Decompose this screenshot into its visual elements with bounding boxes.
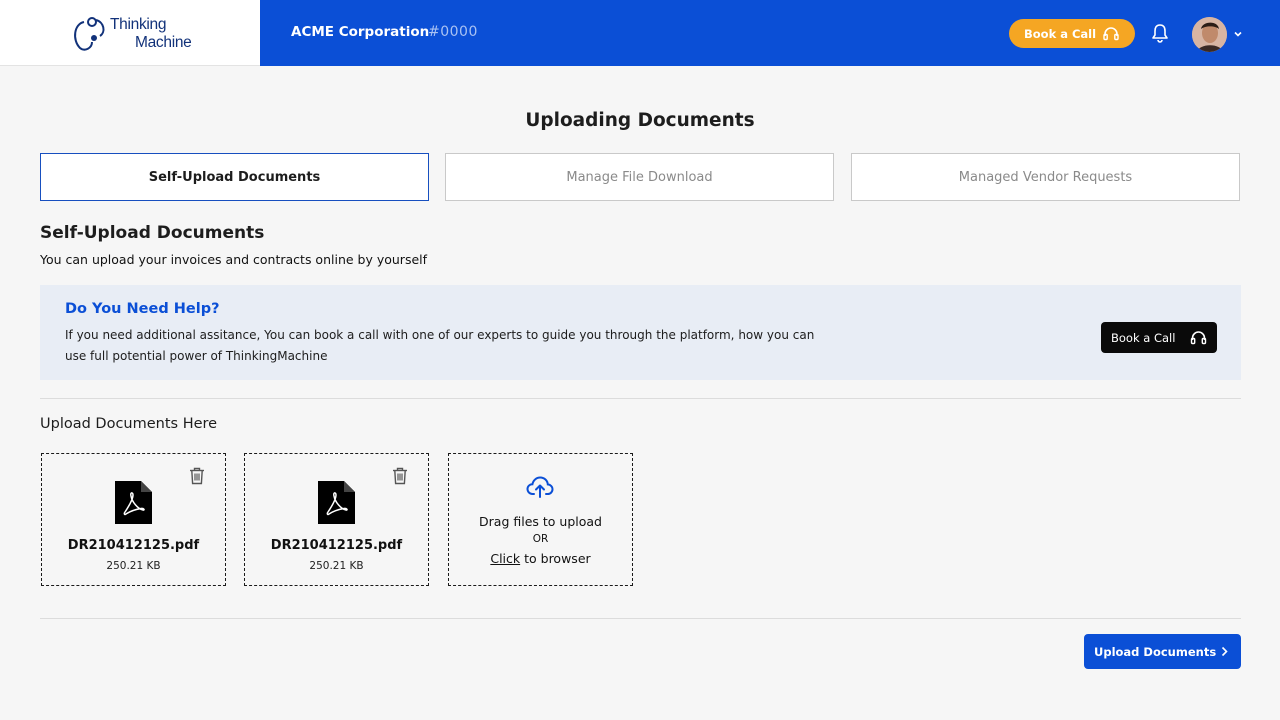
uploaded-file-card: DR210412125.pdf 250.21 KB <box>41 453 226 586</box>
section-subtitle: You can upload your invoices and contrac… <box>40 252 428 267</box>
browse-link[interactable]: Click <box>490 551 520 566</box>
chevron-down-icon[interactable] <box>1233 29 1243 39</box>
divider <box>40 618 1241 619</box>
upload-section-title: Upload Documents Here <box>40 416 218 432</box>
thinking-machine-logo-icon <box>74 17 105 51</box>
tab-manage-file-download[interactable]: Manage File Download <box>445 153 834 201</box>
logo[interactable]: Thinking Machine <box>0 0 260 66</box>
uploaded-file-card: DR210412125.pdf 250.21 KB <box>244 453 429 586</box>
tab-managed-vendor-requests[interactable]: Managed Vendor Requests <box>851 153 1240 201</box>
header: Thinking Machine ACME Corporation #0000 … <box>0 0 1280 66</box>
top-bar: ACME Corporation #0000 Book a Call <box>260 0 1280 66</box>
pdf-file-icon <box>115 481 152 524</box>
file-dropzone[interactable]: Drag files to upload OR Click to browser <box>448 453 633 586</box>
file-name: DR210412125.pdf <box>67 538 200 553</box>
dropzone-browse: Click to browser <box>449 551 632 566</box>
logo-line-1: Thinking <box>110 16 167 33</box>
trash-icon[interactable] <box>392 467 408 485</box>
trash-icon[interactable] <box>189 467 205 485</box>
help-title: Do You Need Help? <box>65 301 220 317</box>
page-title: Uploading Documents <box>525 110 755 131</box>
avatar-image <box>1192 17 1227 52</box>
upload-documents-button[interactable]: Upload Documents <box>1084 634 1241 669</box>
dropzone-text: Drag files to upload <box>479 514 602 529</box>
dropzone-or: OR <box>532 533 549 545</box>
headset-icon <box>1190 331 1207 345</box>
chevron-right-icon <box>1221 646 1228 657</box>
book-a-call-button[interactable]: Book a Call <box>1009 19 1135 48</box>
file-size: 250.21 KB <box>309 560 364 572</box>
avatar[interactable] <box>1192 17 1227 52</box>
help-banner: Do You Need Help? If you need additional… <box>40 285 1241 380</box>
tab-self-upload-documents[interactable]: Self-Upload Documents <box>40 153 429 201</box>
file-size: 250.21 KB <box>106 560 161 572</box>
pdf-file-icon <box>318 481 355 524</box>
logo-line-2: Machine <box>135 34 192 51</box>
file-name: DR210412125.pdf <box>270 538 403 553</box>
logo-text: Thinking Machine <box>110 16 192 52</box>
help-book-a-call-label: Book a Call <box>1111 330 1176 345</box>
bell-icon[interactable] <box>1151 23 1169 43</box>
headset-icon <box>1103 27 1119 41</box>
browse-suffix: to browser <box>520 551 591 566</box>
company-name: ACME Corporation <box>291 24 430 40</box>
help-text: If you need additional assitance, You ca… <box>65 328 815 363</box>
cloud-upload-icon <box>526 476 554 498</box>
tab-bar: Self-Upload Documents Manage File Downlo… <box>40 153 1240 201</box>
section-title: Self-Upload Documents <box>40 223 265 243</box>
help-book-a-call-button[interactable]: Book a Call <box>1101 322 1217 353</box>
company-id: #0000 <box>428 24 478 40</box>
divider <box>40 398 1241 399</box>
book-a-call-label: Book a Call <box>1024 26 1097 41</box>
upload-documents-label: Upload Documents <box>1094 644 1217 659</box>
